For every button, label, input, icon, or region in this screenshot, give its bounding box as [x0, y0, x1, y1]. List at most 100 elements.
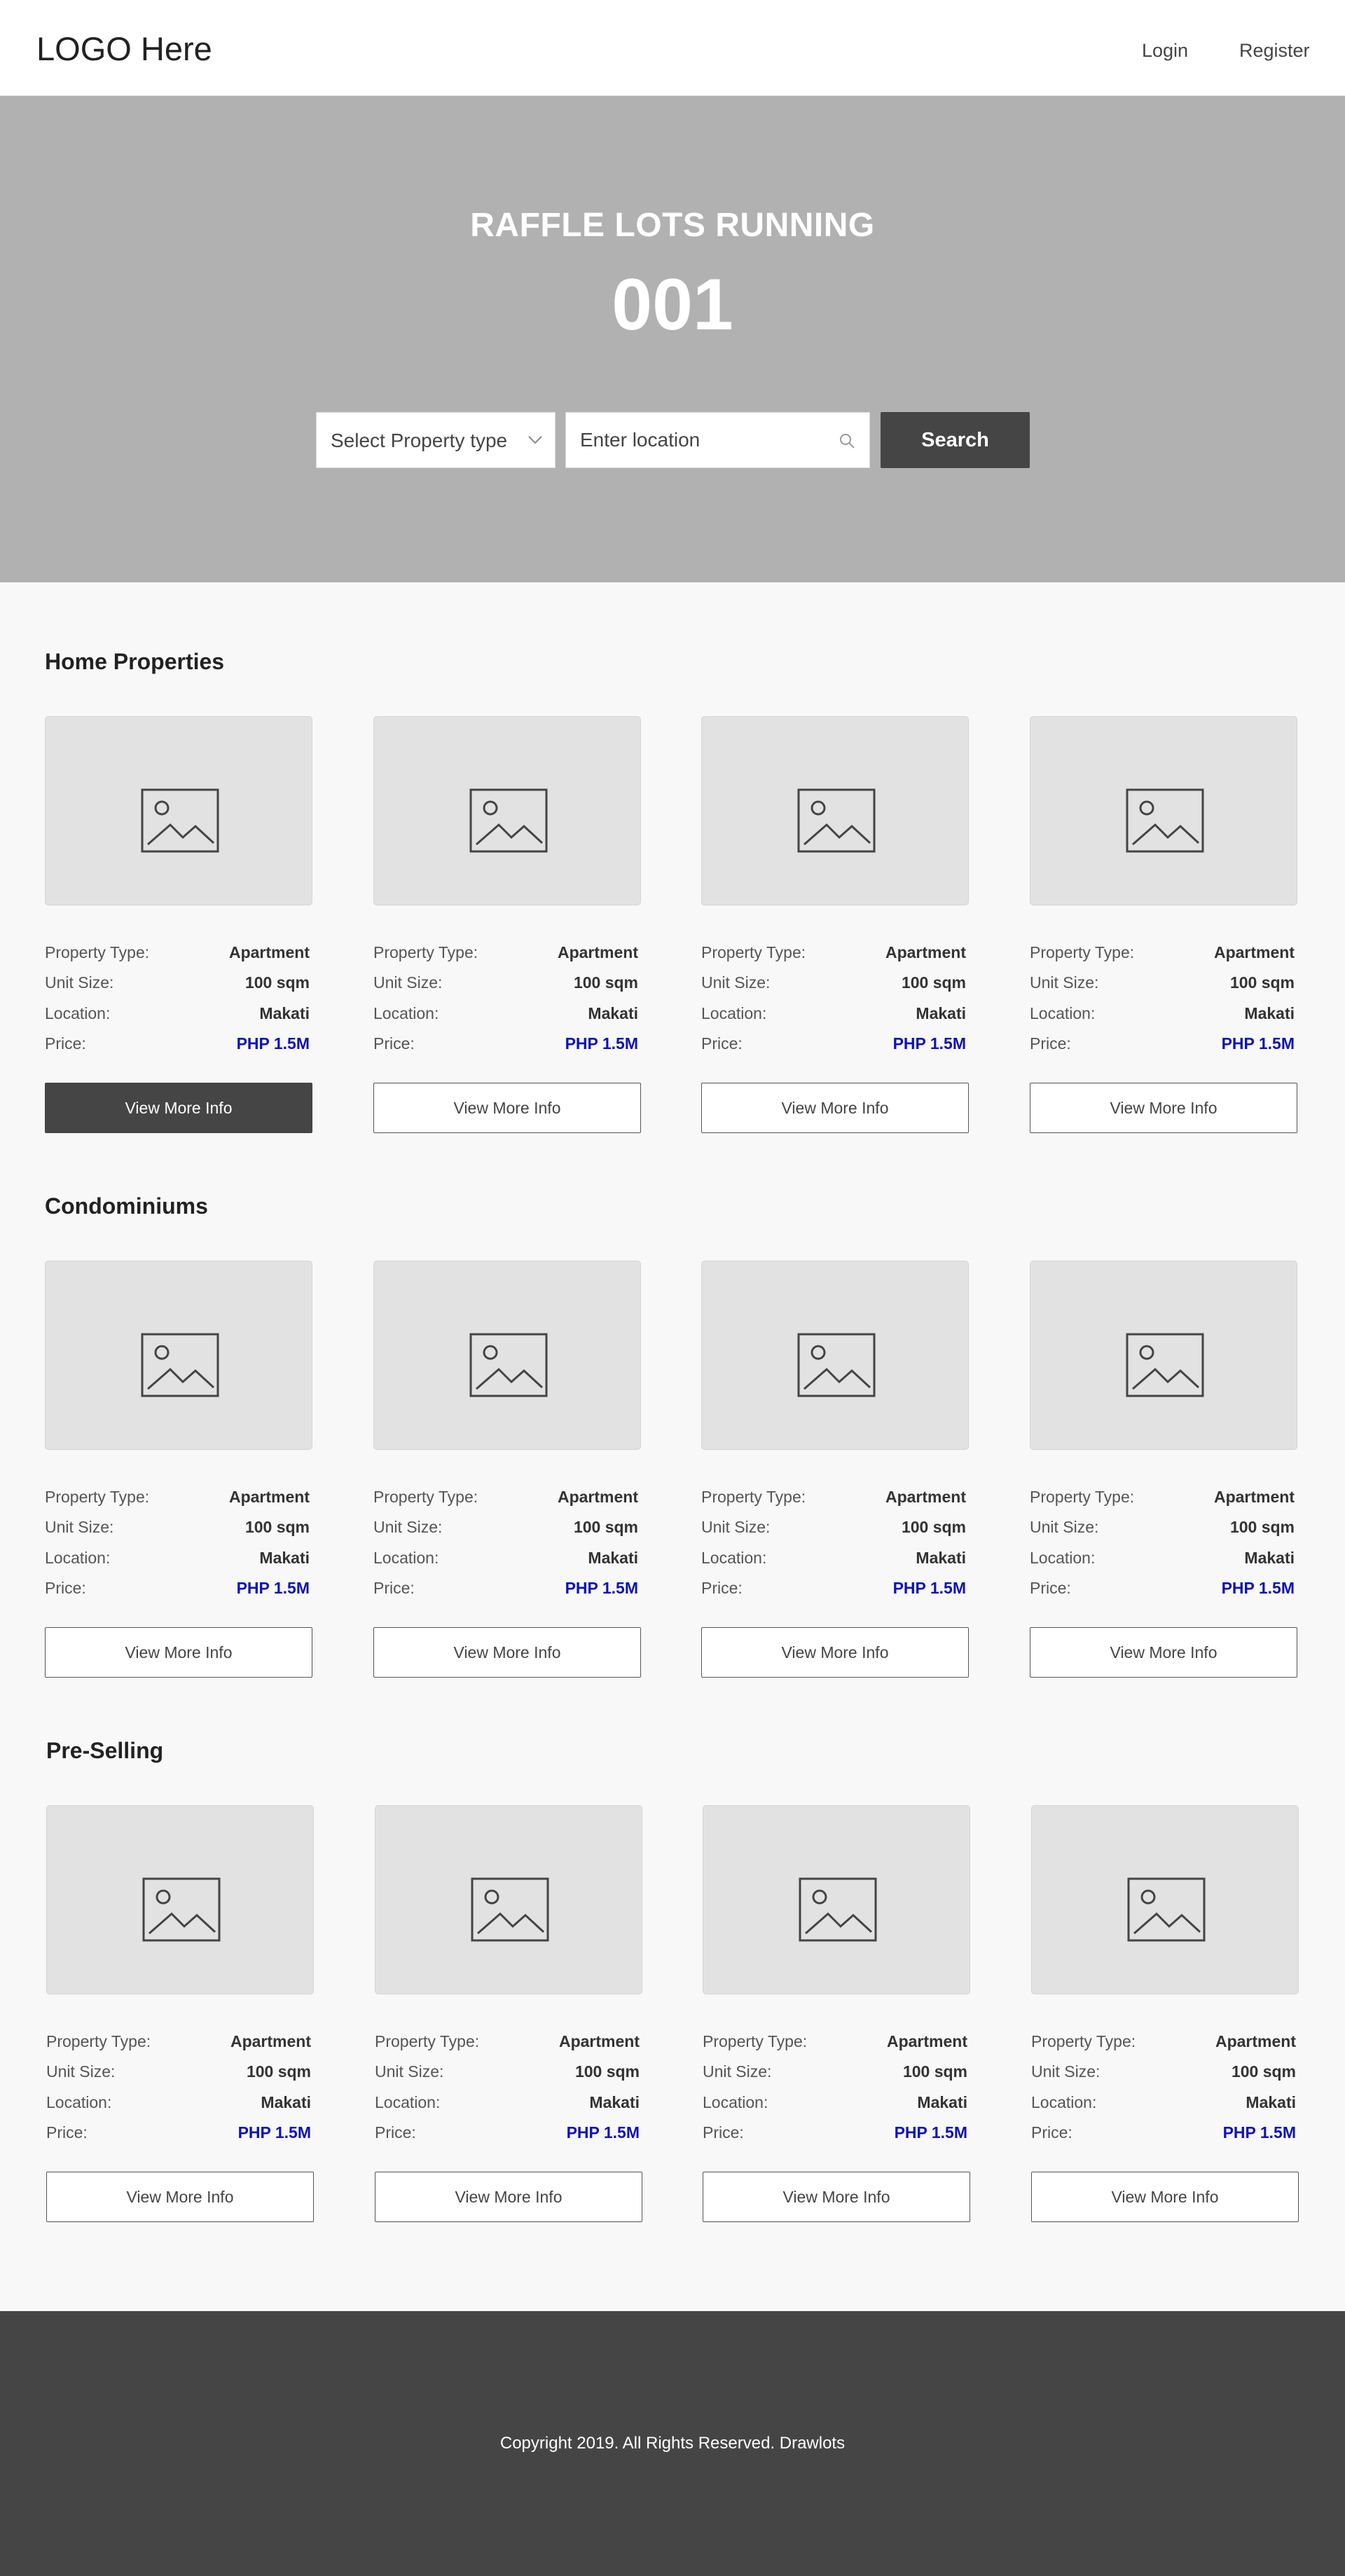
property-card: Property Type: Apartment Unit Size: 100 sqm… [1030, 716, 1297, 1137]
view-more-info-button[interactable]: View More Info [1031, 2172, 1299, 2222]
location-label: Location: [1030, 1004, 1096, 1022]
section-title: Home Properties [45, 649, 225, 674]
view-more-info-button[interactable]: View More Info [1030, 1083, 1297, 1133]
property-card: Property Type: Apartment Unit Size: 100 sqm… [45, 1261, 312, 1681]
site-footer: Copyright 2019. All Rights Reserved. Dra… [0, 2311, 1345, 2576]
info-row-property-type: Property Type: Apartment [701, 1486, 966, 1507]
location-label: Location: [46, 2093, 112, 2111]
search-button[interactable]: Search [881, 412, 1030, 468]
unit-size-label: Unit Size: [701, 973, 771, 992]
property-type-value: Apartment [1213, 1488, 1295, 1506]
property-type-value: Apartment [228, 1488, 310, 1506]
info-row-unit-size: Unit Size: 100 sqm [46, 2061, 311, 2082]
unit-size-value: 100 sqm [573, 973, 638, 992]
info-row-location: Location: Makati [1030, 1003, 1295, 1024]
location-value: Makati [588, 1004, 638, 1022]
view-more-info-button[interactable]: View More Info [46, 2172, 314, 2222]
info-row-unit-size: Unit Size: 100 sqm [703, 2061, 967, 2082]
info-row-location: Location: Makati [1031, 2092, 1296, 2113]
info-row-unit-size: Unit Size: 100 sqm [45, 972, 310, 993]
info-row-unit-size: Unit Size: 100 sqm [45, 1516, 310, 1537]
view-more-info-button[interactable]: View More Info [701, 1083, 969, 1133]
view-more-info-button[interactable]: View More Info [45, 1627, 312, 1678]
property-type-label: Property Type: [701, 1488, 806, 1506]
register-link[interactable]: Register [1239, 39, 1310, 62]
unit-size-label: Unit Size: [45, 1518, 114, 1536]
info-row-unit-size: Unit Size: 100 sqm [373, 972, 638, 993]
info-row-price: Price: PHP 1.5M [1030, 1577, 1295, 1598]
search-icon[interactable] [839, 432, 855, 449]
info-row-property-type: Property Type: Apartment [45, 942, 310, 963]
unit-size-label: Unit Size: [1030, 973, 1099, 992]
price-value: PHP 1.5M [1221, 1579, 1295, 1597]
unit-size-value: 100 sqm [574, 2062, 640, 2081]
location-label: Location: [1031, 2093, 1097, 2111]
property-type-value: Apartment [558, 2032, 640, 2050]
location-label: Location: [701, 1549, 767, 1567]
info-row-price: Price: PHP 1.5M [375, 2122, 640, 2143]
property-image-placeholder [375, 1805, 642, 1994]
image-icon [797, 788, 876, 853]
view-more-info-button[interactable]: View More Info [45, 1083, 312, 1133]
property-type-label: Property Type: [373, 1488, 478, 1506]
property-image-placeholder [45, 1261, 312, 1450]
property-image-placeholder [373, 716, 641, 905]
unit-size-label: Unit Size: [701, 1518, 771, 1536]
view-more-info-button[interactable]: View More Info [1030, 1627, 1297, 1678]
unit-size-value: 100 sqm [901, 973, 966, 992]
property-card: Property Type: Apartment Unit Size: 100 sqm… [1031, 1805, 1299, 2226]
logo[interactable]: LOGO Here [36, 29, 212, 69]
property-type-label: Property Type: [703, 2032, 808, 2050]
property-image-placeholder [703, 1805, 970, 1994]
info-row-unit-size: Unit Size: 100 sqm [373, 1516, 638, 1537]
view-more-info-button[interactable]: View More Info [701, 1627, 969, 1678]
price-value: PHP 1.5M [565, 1579, 638, 1597]
property-type-select[interactable]: Select Property type [316, 412, 556, 468]
image-icon [141, 1333, 219, 1397]
location-field[interactable] [565, 412, 870, 468]
unit-size-value: 100 sqm [573, 1518, 638, 1536]
price-value: PHP 1.5M [892, 1034, 966, 1053]
info-row-location: Location: Makati [373, 1003, 638, 1024]
info-row-property-type: Property Type: Apartment [701, 942, 966, 963]
location-label: Location: [373, 1004, 439, 1022]
info-row-location: Location: Makati [703, 2092, 967, 2113]
site-header: LOGO Here Login Register [0, 0, 1345, 96]
property-card: Property Type: Apartment Unit Size: 100 sqm… [375, 1805, 642, 2226]
location-value: Makati [261, 2093, 311, 2111]
login-link[interactable]: Login [1142, 39, 1188, 62]
price-value: PHP 1.5M [894, 2123, 967, 2142]
hero-title: RAFFLE LOTS RUNNING [470, 207, 875, 244]
price-label: Price: [45, 1034, 86, 1053]
property-card: Property Type: Apartment Unit Size: 100 sqm… [373, 1261, 641, 1681]
property-image-placeholder [1030, 1261, 1297, 1450]
location-value: Makati [259, 1004, 310, 1022]
info-row-unit-size: Unit Size: 100 sqm [1030, 972, 1295, 993]
view-more-info-button[interactable]: View More Info [373, 1083, 641, 1133]
location-label: Location: [1030, 1549, 1096, 1567]
info-row-price: Price: PHP 1.5M [1030, 1033, 1295, 1054]
location-input[interactable] [566, 413, 832, 467]
location-label: Location: [375, 2093, 441, 2111]
info-row-location: Location: Makati [46, 2092, 311, 2113]
property-type-label: Property Type: [1030, 1488, 1135, 1506]
info-row-price: Price: PHP 1.5M [373, 1577, 638, 1598]
info-row-unit-size: Unit Size: 100 sqm [1031, 2061, 1296, 2082]
property-type-select-value: Select Property type [331, 430, 508, 451]
property-image-placeholder [45, 716, 312, 905]
unit-size-label: Unit Size: [45, 973, 114, 992]
property-type-value: Apartment [1215, 2032, 1296, 2050]
info-row-property-type: Property Type: Apartment [1030, 942, 1295, 963]
price-value: PHP 1.5M [236, 1034, 310, 1053]
info-row-price: Price: PHP 1.5M [46, 2122, 311, 2143]
view-more-info-button[interactable]: View More Info [375, 2172, 642, 2222]
info-row-property-type: Property Type: Apartment [1030, 1486, 1295, 1507]
property-type-value: Apartment [557, 1488, 638, 1506]
info-row-property-type: Property Type: Apartment [373, 942, 638, 963]
unit-size-value: 100 sqm [1229, 973, 1295, 992]
info-row-price: Price: PHP 1.5M [45, 1577, 310, 1598]
view-more-info-button[interactable]: View More Info [703, 2172, 970, 2222]
price-label: Price: [373, 1034, 415, 1053]
property-type-value: Apartment [886, 2032, 967, 2050]
view-more-info-button[interactable]: View More Info [373, 1627, 641, 1678]
